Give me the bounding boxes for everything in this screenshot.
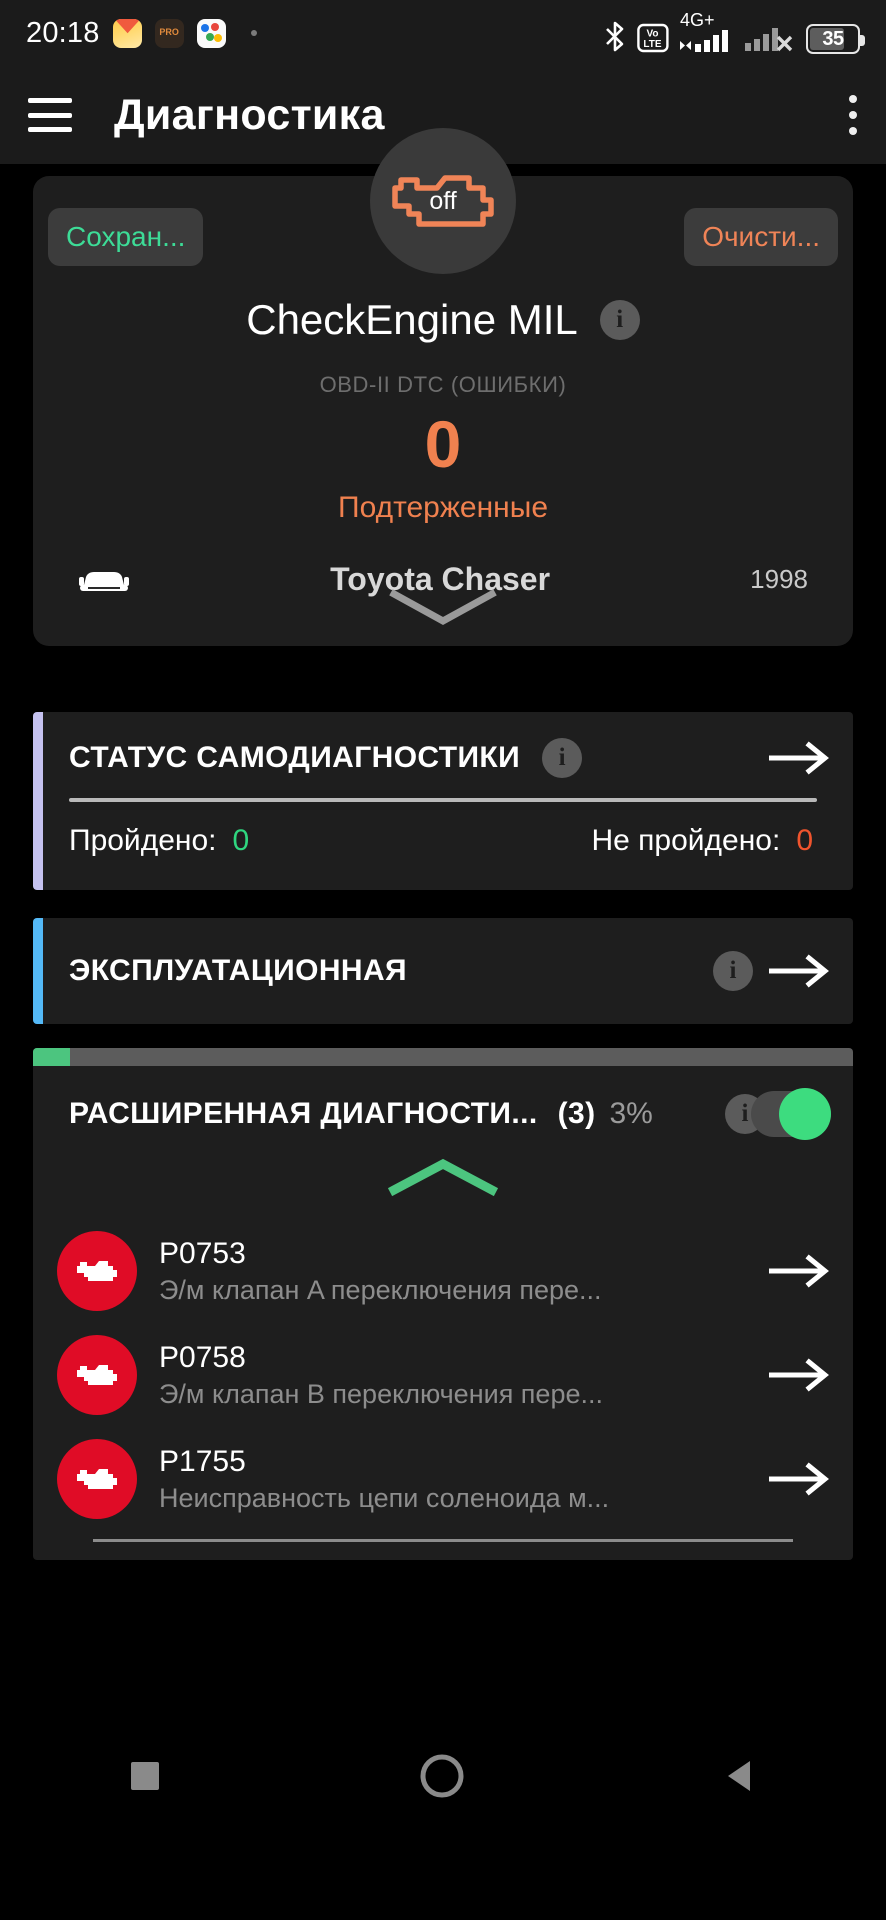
mail-icon: [112, 18, 142, 48]
dtc-text-group: P0758 Э/м клапан B переключения пере...: [159, 1341, 757, 1410]
passed-value: 0: [232, 824, 250, 857]
table-row[interactable]: P0753 Э/м клапан A переключения пере...: [33, 1219, 853, 1323]
car-icon: [79, 571, 129, 591]
section-header: РАСШИРЕННАЯ ДИАГНОСТИ... (3) 3% i: [33, 1066, 853, 1162]
mil-title: CheckEngine MIL: [246, 296, 578, 343]
chevron-up-icon[interactable]: [387, 1156, 499, 1198]
svg-text:Vo: Vo: [646, 29, 658, 40]
status-bar-left: 20:18: [26, 17, 257, 50]
signal-bars-icon: [680, 30, 728, 52]
list-bottom-divider: [93, 1539, 793, 1542]
section-title: СТАТУС САМОДИАГНОСТИКИ: [69, 741, 521, 774]
section-header: ЭКСПЛУАТАЦИОННАЯ i: [33, 951, 853, 991]
status-bar: 20:18 Vo LTE 4G+: [0, 0, 886, 66]
dtc-description: Э/м клапан B переключения пере...: [159, 1378, 603, 1409]
check-engine-icon: [57, 1335, 137, 1415]
dtc-description: Э/м клапан A переключения пере...: [159, 1274, 602, 1305]
section-title: РАСШИРЕННАЯ ДИАГНОСТИ...: [69, 1097, 538, 1130]
vehicle-year: 1998: [750, 564, 808, 594]
arrow-right-icon[interactable]: [769, 1462, 831, 1496]
clear-button[interactable]: Очисти...: [684, 208, 838, 266]
triangle-back-icon[interactable]: [722, 1757, 758, 1795]
dtc-description: Неисправность цепи соленоида м...: [159, 1482, 610, 1513]
table-row[interactable]: P0758 Э/м клапан B переключения пере...: [33, 1323, 853, 1427]
system-navigation-bar: [0, 1726, 886, 1826]
arrow-right-icon[interactable]: [769, 741, 831, 775]
card-action-row: Сохран... Очисти...: [33, 208, 853, 266]
dtc-code: P0753: [159, 1236, 246, 1270]
page-title: Диагностика: [114, 90, 385, 139]
dtc-text-group: P0753 Э/м клапан A переключения пере...: [159, 1237, 757, 1306]
info-icon[interactable]: i: [713, 951, 753, 991]
check-engine-card: off Сохран... Очисти... CheckEngine MIL …: [33, 128, 853, 646]
section-accent-bar: [33, 918, 43, 1024]
monitor-counts-row: Пройдено: 0 Не пройдено: 0: [33, 802, 853, 884]
signal-1-group: 4G+: [678, 10, 736, 54]
photos-icon: [196, 18, 226, 48]
section-accent-bar: [33, 712, 43, 890]
section-header: СТАТУС САМОДИАГНОСТИКИ i: [33, 738, 853, 778]
save-button[interactable]: Сохран...: [48, 208, 204, 266]
dtc-count: 0: [424, 407, 462, 481]
scan-progress-fill: [33, 1048, 70, 1066]
section-self-diagnostics[interactable]: СТАТУС САМОДИАГНОСТИКИ i Пройдено: 0 Не …: [33, 712, 853, 890]
hamburger-icon[interactable]: [28, 98, 72, 132]
info-icon[interactable]: i: [542, 738, 583, 778]
main-content: off Сохран... Очисти... CheckEngine MIL …: [0, 128, 886, 1826]
arrow-right-icon[interactable]: [769, 1254, 831, 1288]
section-title: ЭКСПЛУАТАЦИОННАЯ: [69, 954, 407, 987]
dtc-text-group: P1755 Неисправность цепи соленоида м...: [159, 1445, 757, 1514]
status-bar-right: Vo LTE 4G+ 35: [602, 10, 865, 54]
circle-icon[interactable]: [419, 1753, 465, 1799]
advanced-toggle[interactable]: [751, 1088, 831, 1140]
arrow-right-icon[interactable]: [769, 1358, 831, 1392]
section-advanced-diagnostics[interactable]: РАСШИРЕННАЯ ДИАГНОСТИ... (3) 3% i P0753 …: [33, 1048, 853, 1560]
dtc-count-label: Подтерженные: [338, 491, 548, 524]
failed-label: Не пройдено:: [591, 824, 781, 857]
check-engine-icon: [57, 1231, 137, 1311]
scan-percent-label: 3%: [609, 1097, 653, 1130]
bluetooth-icon: [606, 21, 624, 52]
dtc-count-badge: (3): [557, 1097, 596, 1130]
section-operational[interactable]: ЭКСПЛУАТАЦИОННАЯ i: [33, 918, 853, 1024]
passed-label: Пройдено:: [69, 824, 217, 857]
square-icon[interactable]: [128, 1759, 162, 1793]
arrow-right-icon[interactable]: [769, 954, 831, 988]
status-bar-clock: 20:18: [26, 16, 100, 49]
svg-text:LTE: LTE: [643, 39, 661, 50]
table-row[interactable]: P1755 Неисправность цепи соленоида м...: [33, 1427, 853, 1531]
scan-progress-bar: [33, 1048, 853, 1066]
mil-title-row: CheckEngine MIL i: [33, 296, 853, 344]
battery-icon: 35: [806, 24, 865, 54]
failed-value: 0: [796, 824, 813, 857]
dtc-code: P0758: [159, 1340, 246, 1374]
dtc-subtitle: OBD-II DTC (ОШИБКИ): [319, 372, 567, 397]
failed-group: Не пройдено: 0: [591, 824, 813, 858]
dot-indicator-icon: [250, 30, 257, 36]
battery-level-label: 35: [822, 27, 844, 50]
signal-no-service-icon: [745, 28, 793, 52]
kebab-menu-icon[interactable]: [848, 95, 858, 135]
volte-icon: Vo LTE: [637, 23, 669, 53]
check-engine-icon: [57, 1439, 137, 1519]
chevron-down-icon[interactable]: [388, 588, 498, 628]
info-icon[interactable]: i: [599, 300, 640, 340]
dtc-code: P1755: [159, 1444, 246, 1478]
network-type-label: 4G+: [680, 10, 715, 30]
pro-camera-icon: [154, 18, 184, 48]
